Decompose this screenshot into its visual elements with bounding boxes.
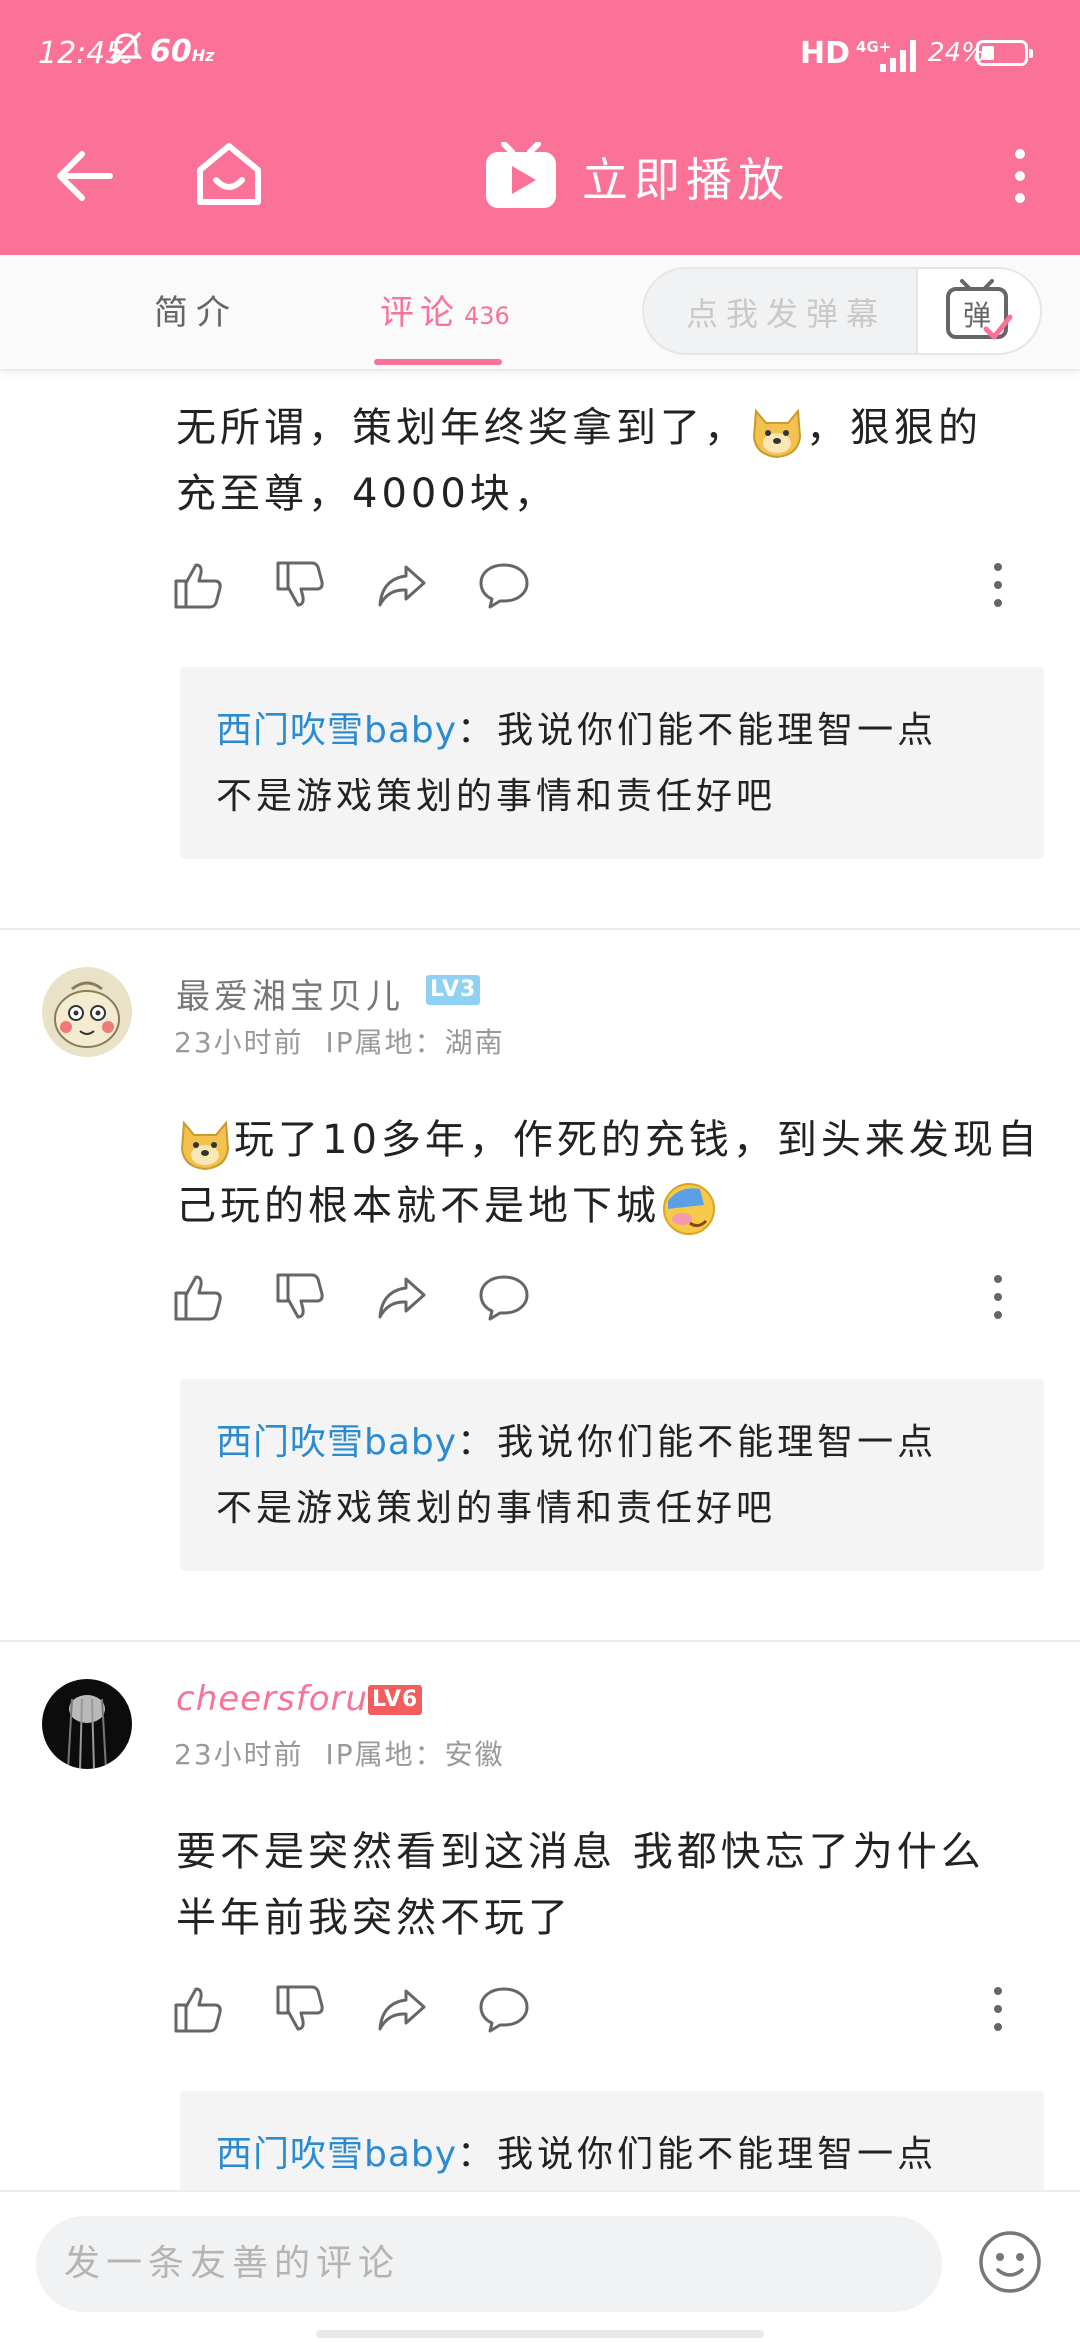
- like-icon[interactable]: [172, 1983, 224, 2035]
- battery-icon: [976, 40, 1033, 66]
- dislike-icon[interactable]: [274, 1271, 326, 1323]
- comment-more-icon[interactable]: [972, 1271, 1024, 1323]
- reply-preview[interactable]: 西门吹雪baby：我说你们能不能理智一点: [180, 2091, 1044, 2191]
- top-header: 12:45 60Hz HD 4G+ 24% 立即播放: [0, 0, 1080, 255]
- more-vertical-icon[interactable]: [1000, 144, 1040, 208]
- share-icon[interactable]: [376, 559, 428, 611]
- home-icon[interactable]: [192, 138, 266, 212]
- comment-divider: [0, 928, 1080, 930]
- play-now-title[interactable]: 立即播放: [582, 144, 790, 210]
- reply-preview[interactable]: 西门吹雪baby：我说你们能不能理智一点 不是游戏策划的事情和责任好吧: [180, 1379, 1044, 1571]
- comment-time: 23小时前: [174, 1026, 304, 1059]
- doge-emoji-icon: [752, 408, 802, 459]
- app-bar: 立即播放: [0, 110, 1080, 255]
- tv-play-icon: [486, 142, 556, 208]
- dislike-icon[interactable]: [274, 559, 326, 611]
- comment-text: 玩了10多年，作死的充钱，到头来发现自 己玩的根本就不是地下城: [176, 1107, 1046, 1239]
- share-icon[interactable]: [376, 1983, 428, 2035]
- tab-comments[interactable]: 评论 436: [380, 285, 510, 334]
- comment-meta: 23小时前 IP属地：湖南: [174, 1021, 505, 1061]
- back-arrow-icon[interactable]: [52, 144, 116, 208]
- status-bar: 12:45 60Hz HD 4G+ 24%: [0, 0, 1080, 110]
- comment-meta: 23小时前 IP属地：安徽: [174, 1733, 505, 1773]
- facepalm-emoji-icon: [663, 1183, 715, 1235]
- reply-preview[interactable]: 西门吹雪baby：我说你们能不能理智一点 不是游戏策划的事情和责任好吧: [180, 667, 1044, 859]
- username[interactable]: 最爱湘宝贝儿: [176, 969, 404, 1018]
- username[interactable]: cheersforuu: [176, 1679, 391, 1719]
- avatar[interactable]: [42, 1679, 132, 1769]
- reply-line: 西门吹雪baby：我说你们能不能理智一点: [216, 710, 938, 751]
- comment-actions: [172, 559, 1052, 619]
- danmaku-button[interactable]: 弹: [916, 269, 1040, 353]
- comment-time: 23小时前: [174, 1738, 304, 1771]
- emoji-picker-icon[interactable]: [978, 2230, 1042, 2294]
- hd-badge: HD: [800, 36, 851, 71]
- reply-author[interactable]: 西门吹雪baby: [216, 2134, 457, 2175]
- comment-input[interactable]: 发一条友善的评论: [36, 2216, 942, 2312]
- comment-actions: [172, 1271, 1052, 1331]
- avatar[interactable]: [42, 967, 132, 1057]
- tab-bar: 简介 评论 436 点我发弹幕 弹: [0, 255, 1080, 371]
- bottom-comment-bar: 发一条友善的评论: [0, 2190, 1080, 2342]
- reply-line: 不是游戏策划的事情和责任好吧: [216, 1488, 777, 1529]
- like-icon[interactable]: [172, 1271, 224, 1323]
- tab-indicator: [374, 359, 502, 365]
- level-badge: LV3: [426, 975, 481, 1005]
- like-icon[interactable]: [172, 559, 224, 611]
- reply-line: 不是游戏策划的事情和责任好吧: [216, 776, 777, 817]
- reply-author[interactable]: 西门吹雪baby: [216, 1422, 457, 1463]
- comment-more-icon[interactable]: [972, 1983, 1024, 2035]
- comment-text: 无所谓，策划年终奖拿到了， ，狠狠的 充至尊，4000块，: [176, 395, 1046, 527]
- gesture-home-bar[interactable]: [316, 2330, 764, 2338]
- danmaku-placeholder: 点我发弹幕: [686, 295, 887, 333]
- dislike-icon[interactable]: [274, 1983, 326, 2035]
- comment-more-icon[interactable]: [972, 559, 1024, 611]
- tab-intro[interactable]: 简介: [154, 285, 238, 334]
- level-badge: LV6: [368, 1685, 423, 1715]
- reply-line: 西门吹雪baby：我说你们能不能理智一点: [216, 2134, 938, 2175]
- comment-text: 要不是突然看到这消息 我都快忘了为什么 半年前我突然不玩了: [176, 1829, 985, 1941]
- refresh-rate: 60Hz: [150, 34, 215, 69]
- reply-icon[interactable]: [478, 1271, 530, 1323]
- comment-actions: [172, 1983, 1052, 2043]
- comment-ip: IP属地：湖南: [325, 1026, 505, 1059]
- avatar-image: [42, 967, 132, 1057]
- danmaku-icon: 弹: [946, 279, 1013, 340]
- comment-ip: IP属地：安徽: [325, 1738, 505, 1771]
- doge-emoji-icon: [180, 1120, 230, 1171]
- comment-divider: [0, 1640, 1080, 1642]
- comments-count: 436: [464, 302, 510, 330]
- avatar-image: [42, 1679, 132, 1769]
- share-icon[interactable]: [376, 1271, 428, 1323]
- reply-icon[interactable]: [478, 1983, 530, 2035]
- reply-author[interactable]: 西门吹雪baby: [216, 710, 457, 751]
- reply-line: 西门吹雪baby：我说你们能不能理智一点: [216, 1422, 938, 1463]
- mute-icon: [109, 31, 143, 65]
- signal-icon: [880, 40, 916, 72]
- reply-icon[interactable]: [478, 559, 530, 611]
- danmaku-input[interactable]: 点我发弹幕 弹: [642, 267, 1042, 355]
- comment-feed[interactable]: 无所谓，策划年终奖拿到了， ，狠狠的 充至尊，4000块， 西门吹雪baby：我…: [0, 371, 1080, 2191]
